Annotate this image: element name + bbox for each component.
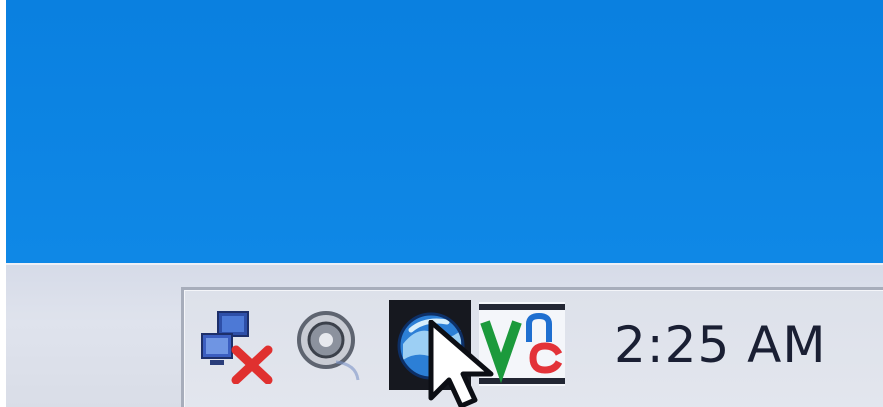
taskbar: 2:25 AM — [6, 263, 883, 407]
vnc-icon[interactable] — [479, 302, 565, 386]
network-disconnected-icon[interactable] — [198, 304, 278, 384]
system-tray: 2:25 AM — [181, 287, 883, 407]
clock-time[interactable]: 2:25 AM — [614, 310, 827, 380]
web-globe-icon[interactable] — [389, 300, 471, 390]
volume-icon[interactable] — [288, 304, 368, 384]
desktop-background[interactable] — [6, 0, 883, 263]
screen: 2:25 AM — [0, 0, 883, 407]
